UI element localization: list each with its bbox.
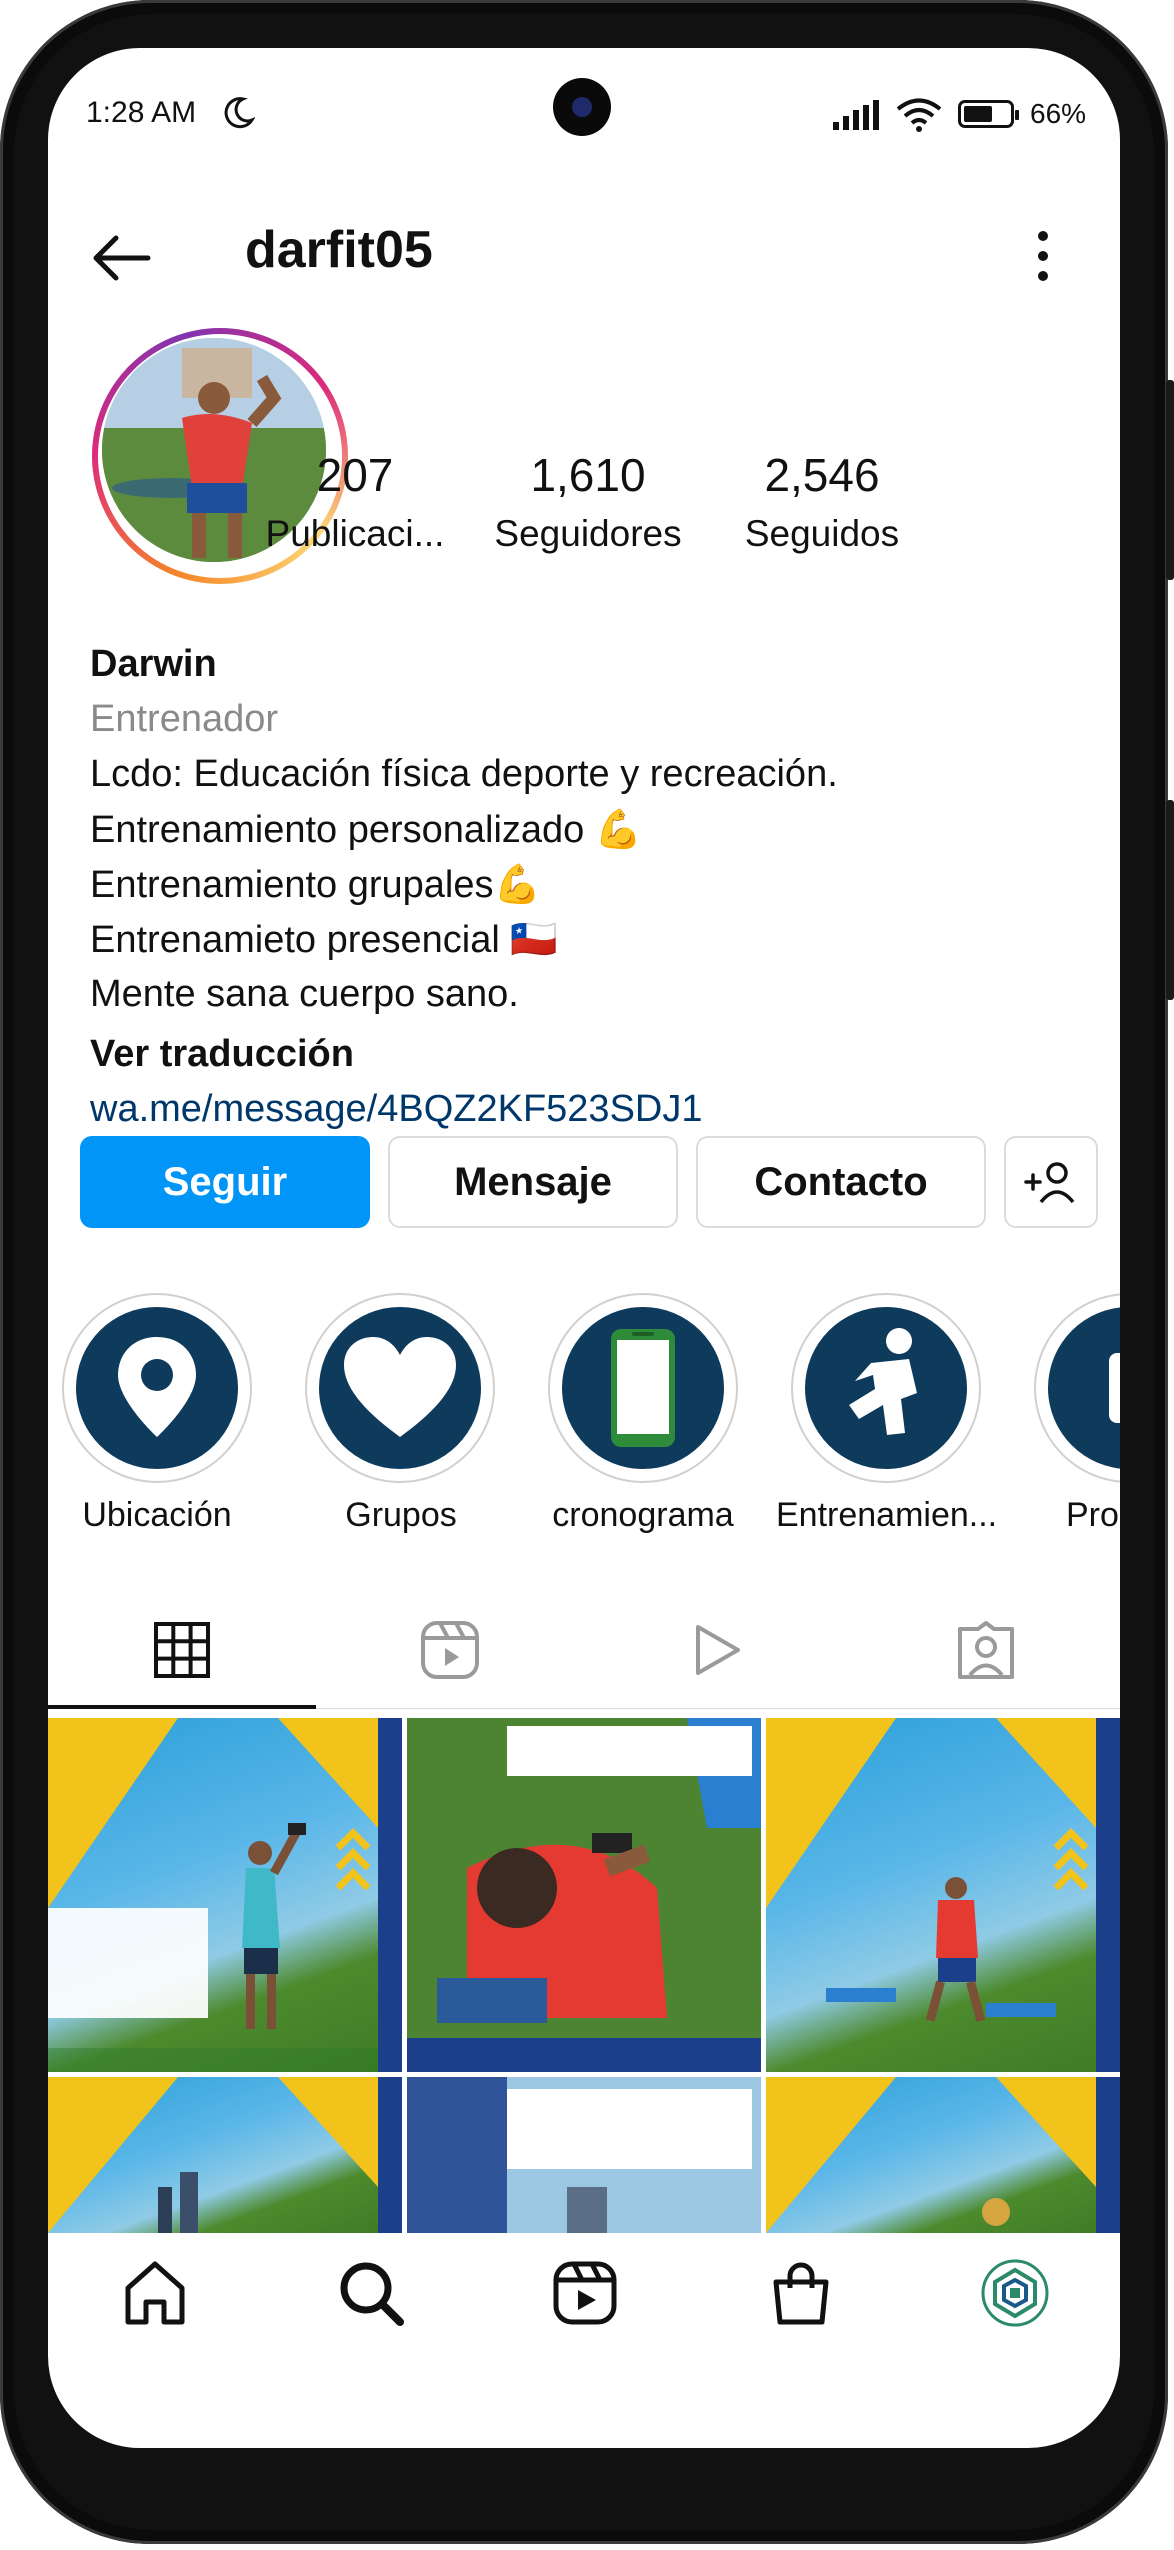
phone-icon [611, 1329, 675, 1447]
highlight-label: Ubicación [82, 1496, 232, 1534]
contact-button[interactable]: Contacto [696, 1136, 986, 1228]
highlight-label: cronograma [552, 1496, 734, 1534]
tab-videos[interactable] [584, 1608, 852, 1692]
see-translation-link[interactable]: Ver traducción [90, 1033, 354, 1076]
profile-username: darfit05 [245, 221, 433, 279]
message-button[interactable]: Mensaje [388, 1136, 678, 1228]
battery-icon [958, 100, 1019, 128]
profile-avatar-icon[interactable] [980, 2258, 1050, 2328]
product-icon [1109, 1353, 1120, 1423]
more-vertical-icon[interactable] [1033, 226, 1053, 286]
tab-grid[interactable] [48, 1608, 316, 1692]
highlight-location[interactable] [62, 1293, 252, 1483]
following-label[interactable]: Seguidos [707, 513, 937, 555]
volume-button [1166, 380, 1174, 580]
status-time: 1:28 AM [86, 96, 197, 129]
power-button [1166, 800, 1174, 1000]
signal-icon [833, 100, 879, 130]
grid-icon [154, 1622, 210, 1678]
bio-website-link[interactable]: wa.me/message/4BQZ2KF523SDJ1 [90, 1088, 703, 1131]
profile-name: Darwin [90, 643, 217, 685]
post-thumbnail[interactable] [48, 2077, 402, 2233]
add-person-icon [1024, 1162, 1075, 1204]
reels-icon [421, 1621, 479, 1679]
runner-icon [849, 1328, 917, 1435]
post-thumbnail[interactable] [766, 2077, 1120, 2233]
profile-category: Entrenador [90, 698, 279, 740]
tab-active-indicator [48, 1705, 316, 1709]
highlight-label: Grupos [345, 1496, 457, 1534]
post-thumbnail[interactable] [407, 1718, 761, 2072]
location-pin-icon [118, 1337, 196, 1437]
back-arrow-icon[interactable] [88, 233, 154, 283]
highlight-products[interactable] [1034, 1293, 1120, 1483]
followers-label[interactable]: Seguidores [473, 513, 703, 555]
highlight-label: Entrenamien... [776, 1496, 998, 1534]
search-icon[interactable] [336, 2258, 406, 2328]
highlight-training[interactable] [791, 1293, 981, 1483]
highlight-groups[interactable] [305, 1293, 495, 1483]
following-count[interactable]: 2,546 [707, 448, 937, 502]
post-thumbnail[interactable] [766, 1718, 1120, 2072]
front-camera [553, 78, 611, 136]
moon-icon [224, 97, 255, 129]
posts-count[interactable]: 207 [240, 448, 470, 502]
followers-count[interactable]: 1,610 [473, 448, 703, 502]
video-play-icon [696, 1625, 740, 1675]
follow-button[interactable]: Seguir [80, 1136, 370, 1228]
bio-line: Entrenamiento personalizado 💪 [90, 809, 643, 851]
bio-line: Entrenamieto presencial 🇨🇱 [90, 919, 558, 961]
posts-label[interactable]: Publicaci... [240, 513, 470, 555]
tagged-icon [958, 1621, 1014, 1679]
tab-tagged[interactable] [852, 1608, 1120, 1692]
screen: 1:28 AM 66% darfit05 207 Publicaci... 1,… [48, 48, 1120, 2448]
shop-icon[interactable] [766, 2258, 836, 2328]
battery-percent: 66% [1030, 98, 1087, 129]
heart-icon [344, 1337, 456, 1437]
highlight-schedule[interactable] [548, 1293, 738, 1483]
bio-line: Entrenamiento grupales💪 [90, 864, 541, 906]
tab-reels[interactable] [316, 1608, 584, 1692]
post-thumbnail[interactable] [407, 2077, 761, 2233]
wifi-icon [896, 98, 942, 132]
highlight-label: Pro [1066, 1496, 1119, 1534]
bio-line: Lcdo: Educación física deporte y recreac… [90, 753, 838, 795]
post-thumbnail[interactable] [48, 1718, 402, 2072]
bio-line: Mente sana cuerpo sano. [90, 973, 519, 1015]
add-user-button[interactable] [1004, 1136, 1098, 1228]
home-icon[interactable] [120, 2258, 190, 2328]
reels-icon[interactable] [550, 2258, 620, 2328]
